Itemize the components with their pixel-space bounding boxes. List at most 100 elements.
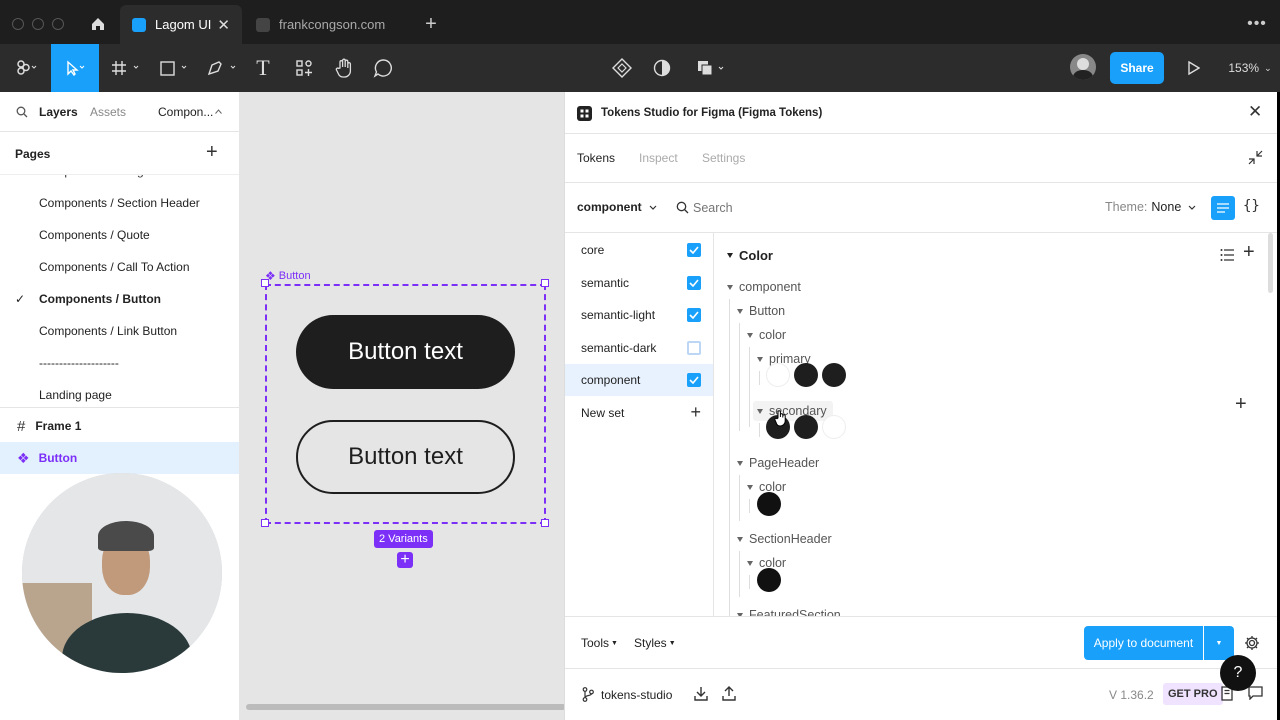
resize-handle[interactable]	[261, 279, 269, 287]
contrast-icon[interactable]	[648, 44, 676, 92]
search-icon[interactable]	[16, 106, 28, 118]
color-token-swatch[interactable]	[822, 363, 846, 387]
present-icon[interactable]	[1182, 44, 1206, 92]
color-token-swatch[interactable]	[822, 415, 846, 439]
maximize-window-dot[interactable]	[52, 18, 64, 30]
button-variant-primary[interactable]: Button text	[296, 315, 515, 389]
tools-menu[interactable]: Tools ▼	[581, 636, 618, 650]
figma-menu-icon[interactable]	[8, 44, 44, 92]
tab-inspect[interactable]: Inspect	[639, 151, 678, 165]
add-token-icon[interactable]: +	[1235, 393, 1247, 416]
comment-tool-icon[interactable]	[370, 44, 396, 92]
token-search-input[interactable]	[693, 197, 893, 219]
get-pro-badge[interactable]: GET PRO	[1163, 683, 1223, 705]
boolean-ops-icon[interactable]	[690, 44, 730, 92]
token-set-checkbox[interactable]	[687, 275, 701, 290]
close-icon[interactable]: ✕	[1248, 102, 1262, 122]
tree-group-pageheader[interactable]: PageHeader	[737, 453, 819, 473]
page-item-partial[interactable]: Components / Image	[0, 175, 239, 187]
user-avatar[interactable]	[1070, 54, 1096, 80]
shape-tool-icon[interactable]	[156, 44, 192, 92]
token-set-checkbox[interactable]	[687, 243, 701, 257]
add-page-icon[interactable]: +	[206, 141, 218, 164]
tree-group-sectionheader[interactable]: SectionHeader	[737, 529, 832, 549]
component-set-label[interactable]: ❖ Button	[265, 269, 311, 283]
token-set-checkbox[interactable]	[687, 373, 701, 387]
new-tab-icon[interactable]: +	[420, 0, 442, 48]
page-item[interactable]: Landing page	[0, 379, 239, 407]
apply-options-button[interactable]: ▼	[1204, 626, 1234, 660]
layer-frame-1[interactable]: # Frame 1	[0, 410, 239, 442]
color-token-swatch[interactable]	[757, 568, 781, 592]
component-set-frame[interactable]: Button text Button text	[265, 284, 546, 524]
tree-group-button-color[interactable]: color	[747, 325, 786, 345]
page-item[interactable]: Components / Quote	[0, 219, 239, 251]
horizontal-scrollbar[interactable]	[246, 704, 566, 710]
download-icon[interactable]	[694, 686, 708, 701]
page-item[interactable]: --------------------	[0, 347, 239, 379]
tree-group-component[interactable]: component	[727, 277, 801, 297]
help-button[interactable]: ?	[1220, 655, 1256, 691]
page-item[interactable]: Components / Section Header	[0, 187, 239, 219]
tree-scrollbar[interactable]	[1268, 233, 1273, 293]
storage-label[interactable]: tokens-studio	[601, 688, 672, 702]
apply-to-document-button[interactable]: Apply to document	[1084, 626, 1203, 660]
tab-layers[interactable]: Layers	[39, 105, 78, 119]
styles-menu[interactable]: Styles ▼	[634, 636, 676, 650]
feedback-icon[interactable]	[1248, 686, 1263, 700]
collapse-icon[interactable]	[1248, 150, 1263, 165]
hand-tool-icon[interactable]	[330, 44, 358, 92]
page-selector[interactable]: Compon...	[158, 105, 213, 119]
token-set-item[interactable]: semantic-dark	[565, 332, 713, 364]
token-set-item[interactable]: core	[565, 234, 713, 266]
tree-group-featuredsection[interactable]: FeaturedSection	[737, 605, 841, 616]
page-item[interactable]: ✓ Components / Button	[0, 283, 239, 315]
add-token-icon[interactable]: +	[1243, 241, 1255, 264]
pen-tool-icon[interactable]	[204, 44, 240, 92]
token-set-item[interactable]: component	[565, 364, 713, 396]
chevron-up-icon[interactable]	[215, 109, 222, 114]
color-section-toggle[interactable]: Color	[727, 245, 773, 265]
add-variant-icon[interactable]: +	[397, 552, 413, 568]
token-set-checkbox[interactable]	[687, 340, 701, 355]
close-tab-icon[interactable]: ✕	[217, 16, 230, 34]
tree-group-button[interactable]: Button	[737, 301, 785, 321]
tab-settings[interactable]: Settings	[702, 151, 745, 165]
component-icon[interactable]	[608, 44, 636, 92]
button-variant-secondary[interactable]: Button text	[296, 420, 515, 494]
tab-frankcongson[interactable]: frankcongson.com	[244, 5, 412, 44]
share-button[interactable]: Share	[1110, 52, 1164, 84]
tab-tokens[interactable]: Tokens	[577, 151, 615, 165]
gear-icon[interactable]	[1244, 635, 1260, 651]
home-icon[interactable]	[84, 0, 112, 48]
token-set-checkbox[interactable]	[687, 308, 701, 322]
theme-selector[interactable]: Theme: None	[1105, 200, 1196, 214]
close-window-dot[interactable]	[12, 18, 24, 30]
text-tool-icon[interactable]: T	[250, 44, 276, 92]
tab-assets[interactable]: Assets	[90, 105, 126, 119]
page-item[interactable]: Components / Link Button	[0, 315, 239, 347]
set-selector[interactable]: component	[577, 200, 657, 214]
color-token-swatch[interactable]	[794, 363, 818, 387]
list-icon[interactable]	[1220, 248, 1234, 262]
color-token-swatch[interactable]	[757, 492, 781, 516]
minimize-window-dot[interactable]	[32, 18, 44, 30]
upload-icon[interactable]	[722, 686, 736, 701]
tab-lagom-ui[interactable]: Lagom UI ✕	[120, 5, 242, 44]
move-tool-icon[interactable]	[51, 44, 99, 92]
resize-handle[interactable]	[261, 519, 269, 527]
new-set-button[interactable]: New set +	[565, 397, 713, 429]
zoom-menu[interactable]: 153% ⌄	[1224, 44, 1276, 92]
list-view-toggle[interactable]	[1211, 196, 1235, 220]
resize-handle[interactable]	[541, 519, 549, 527]
token-set-item[interactable]: semantic-light	[565, 299, 713, 331]
tree-group-secondary[interactable]: secondary	[753, 401, 833, 421]
frame-tool-icon[interactable]	[108, 44, 144, 92]
figma-canvas[interactable]: ❖ Button Button text Button text 2 Varia…	[240, 92, 566, 720]
resources-icon[interactable]	[290, 44, 318, 92]
layer-button[interactable]: ❖ Button	[0, 442, 239, 474]
token-set-item[interactable]: semantic	[565, 267, 713, 299]
resize-handle[interactable]	[541, 279, 549, 287]
color-token-swatch[interactable]	[794, 415, 818, 439]
more-options-icon[interactable]: •••	[1244, 0, 1270, 48]
